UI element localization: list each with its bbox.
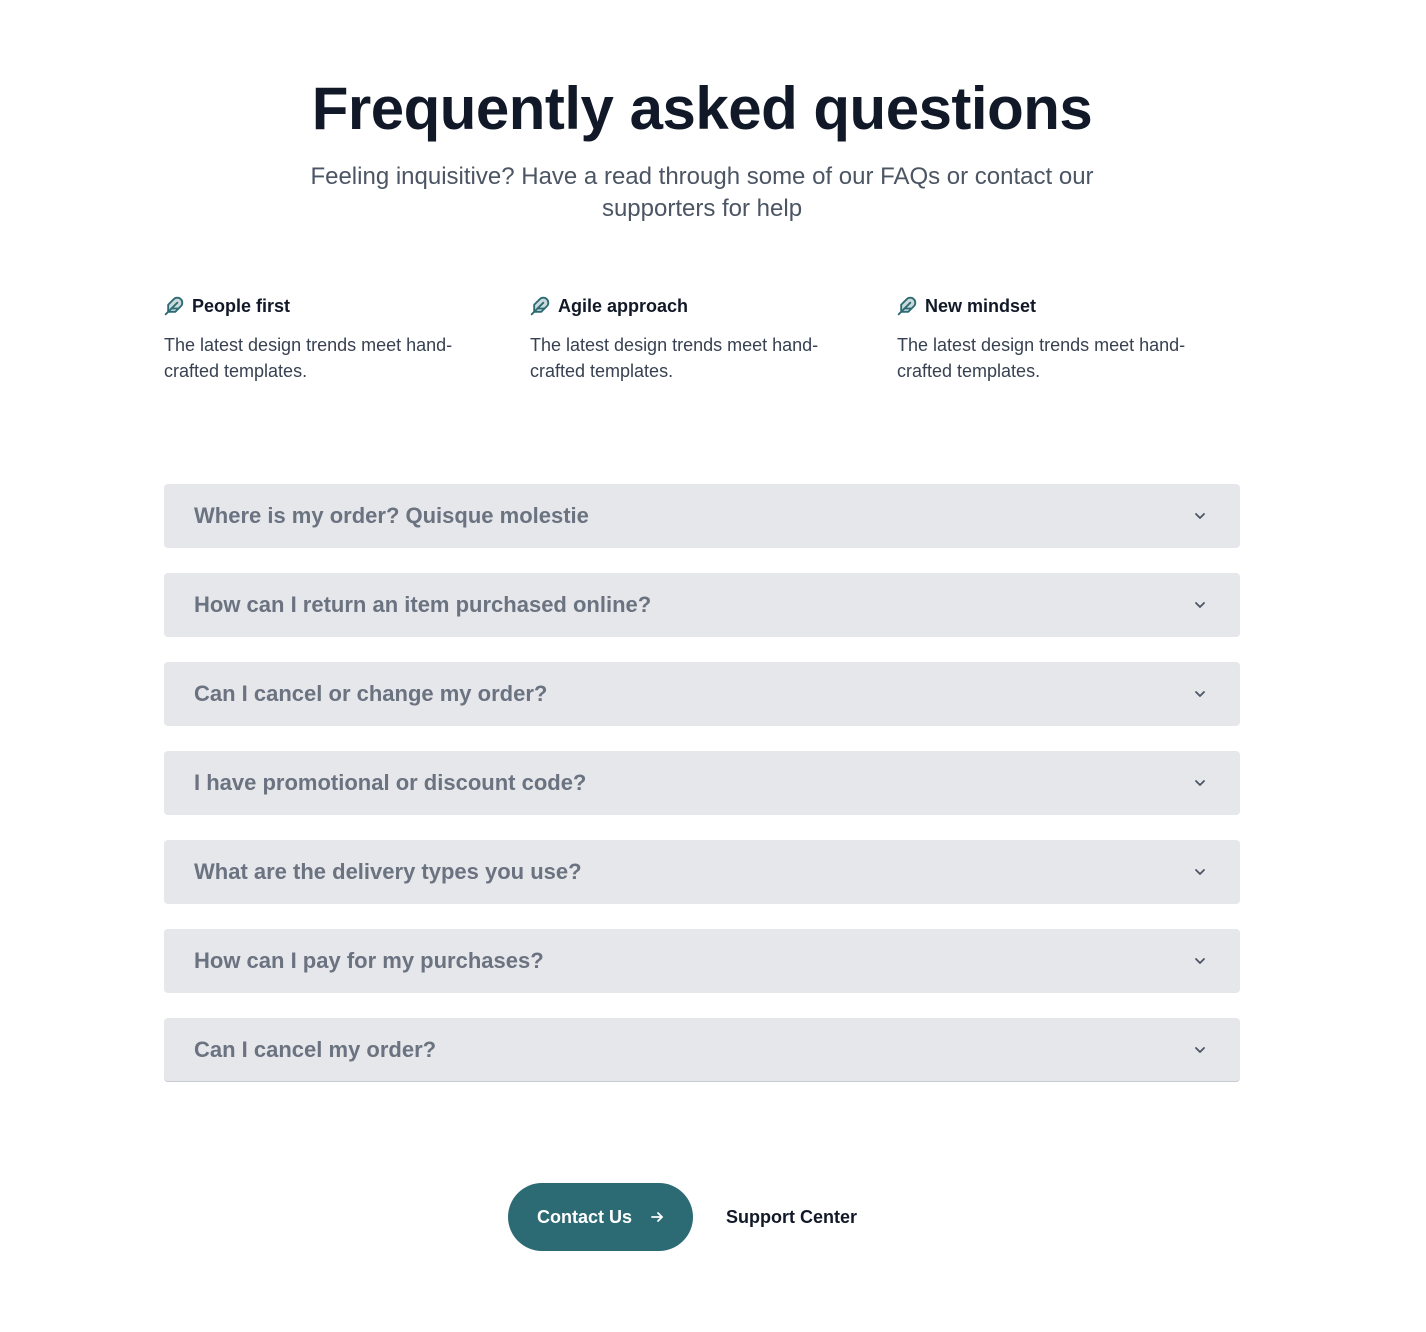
feather-icon bbox=[530, 296, 550, 316]
page-subtitle: Feeling inquisitive? Have a read through… bbox=[310, 163, 1094, 222]
contact-us-button[interactable]: Contact Us bbox=[508, 1183, 693, 1251]
chevron-down-icon bbox=[1195, 1046, 1205, 1053]
faq-question: What are the delivery types you use? bbox=[194, 859, 582, 884]
chevron-down-icon bbox=[1195, 780, 1205, 786]
feature-agile-approach: Agile approach The latest design trends … bbox=[530, 294, 850, 384]
faq-item[interactable]: How can I return an item purchased onlin… bbox=[164, 573, 1240, 637]
faq-question: Where is my order? Quisque molestie bbox=[194, 503, 589, 528]
arrow-right-icon bbox=[651, 1212, 663, 1222]
chevron-down-icon bbox=[1195, 513, 1205, 519]
contact-us-label: Contact Us bbox=[536, 1206, 632, 1227]
feature-title: Agile approach bbox=[558, 295, 689, 316]
faq-item[interactable]: Where is my order? Quisque molestie bbox=[164, 484, 1240, 548]
chevron-down-icon bbox=[1195, 869, 1205, 875]
chevron-down-icon bbox=[1195, 958, 1205, 964]
faq-item[interactable]: How can I pay for my purchases? bbox=[164, 929, 1240, 993]
feature-people-first: People first The latest design trends me… bbox=[164, 294, 484, 384]
faq-question: Can I cancel my order? bbox=[194, 1036, 437, 1062]
faq-question: How can I return an item purchased onlin… bbox=[194, 592, 652, 617]
support-center-link[interactable]: Support Center bbox=[726, 1205, 857, 1229]
feather-icon bbox=[897, 296, 917, 316]
chevron-down-icon bbox=[1195, 602, 1205, 608]
page-title: Frequently asked questions bbox=[311, 75, 1093, 142]
faq-item[interactable]: What are the delivery types you use? bbox=[164, 840, 1240, 904]
faq-question: Can I cancel or change my order? bbox=[194, 681, 548, 706]
faq-question: I have promotional or discount code? bbox=[194, 770, 587, 795]
faq-item[interactable]: Can I cancel or change my order? bbox=[164, 662, 1240, 726]
feather-icon bbox=[164, 296, 184, 316]
faq-question: How can I pay for my purchases? bbox=[194, 948, 544, 973]
chevron-down-icon bbox=[1195, 691, 1205, 697]
faq-item[interactable]: Can I cancel my order? bbox=[164, 1018, 1240, 1082]
feature-description: The latest design trends meet hand-craft… bbox=[164, 335, 453, 381]
feature-title: New mindset bbox=[925, 295, 1037, 316]
feature-description: The latest design trends meet hand-craft… bbox=[530, 335, 819, 381]
faq-item[interactable]: I have promotional or discount code? bbox=[164, 751, 1240, 815]
feature-title: People first bbox=[192, 295, 291, 316]
feature-description: The latest design trends meet hand-craft… bbox=[897, 335, 1186, 381]
feature-new-mindset: New mindset The latest design trends mee… bbox=[897, 294, 1217, 384]
